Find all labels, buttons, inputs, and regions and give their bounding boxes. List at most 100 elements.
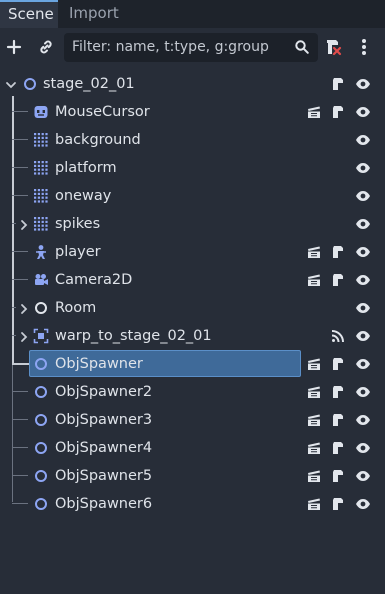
tilemap-icon bbox=[33, 216, 49, 232]
tree-row[interactable]: ObjSpawner6 bbox=[0, 490, 385, 518]
filter-field[interactable] bbox=[64, 33, 318, 62]
tilemap-icon bbox=[33, 132, 49, 148]
sprite-face-icon bbox=[33, 104, 49, 120]
tree-guide-branch bbox=[12, 503, 28, 504]
tree-row[interactable]: warp_to_stage_02_01 bbox=[0, 322, 385, 350]
clapperboard-icon[interactable] bbox=[306, 412, 322, 428]
plus-icon[interactable] bbox=[5, 38, 23, 56]
script-icon[interactable] bbox=[330, 384, 346, 400]
tab-import[interactable]: Import bbox=[61, 0, 127, 28]
script-icon[interactable] bbox=[330, 244, 346, 260]
tree-guide-branch bbox=[12, 447, 28, 448]
script-icon[interactable] bbox=[330, 104, 346, 120]
node-circle-icon bbox=[33, 412, 49, 428]
tree-row-label: Room bbox=[55, 300, 97, 316]
script-icon[interactable] bbox=[330, 272, 346, 288]
eye-icon[interactable] bbox=[355, 188, 371, 204]
eye-icon[interactable] bbox=[355, 440, 371, 456]
tree-row[interactable]: MouseCursor bbox=[0, 98, 385, 126]
signal-icon[interactable] bbox=[330, 328, 346, 344]
tree-row[interactable]: ObjSpawner3 bbox=[0, 406, 385, 434]
clapperboard-icon[interactable] bbox=[306, 440, 322, 456]
eye-icon[interactable] bbox=[355, 132, 371, 148]
script-icon[interactable] bbox=[330, 76, 346, 92]
tree-row-root[interactable]: stage_02_01 bbox=[0, 70, 385, 98]
eye-icon[interactable] bbox=[355, 412, 371, 428]
chevron-down-icon[interactable] bbox=[5, 77, 17, 91]
remove-script-icon[interactable] bbox=[323, 37, 343, 57]
eye-icon[interactable] bbox=[355, 244, 371, 260]
tab-import-label: Import bbox=[69, 4, 119, 22]
eye-icon[interactable] bbox=[355, 104, 371, 120]
tree-guide-branch bbox=[12, 419, 28, 420]
eye-icon[interactable] bbox=[355, 468, 371, 484]
kebab-menu-icon[interactable] bbox=[356, 37, 372, 57]
tree-row-label: spikes bbox=[55, 216, 101, 232]
chevron-right-icon[interactable] bbox=[18, 217, 30, 231]
clapperboard-icon[interactable] bbox=[306, 468, 322, 484]
tree-row[interactable]: player bbox=[0, 238, 385, 266]
tree-row[interactable]: ObjSpawner4 bbox=[0, 434, 385, 462]
tree-row[interactable]: ObjSpawner5 bbox=[0, 462, 385, 490]
tree-row-label: ObjSpawner6 bbox=[55, 496, 153, 512]
tree-row[interactable]: spikes bbox=[0, 210, 385, 238]
eye-icon[interactable] bbox=[355, 384, 371, 400]
tree-row-label: ObjSpawner3 bbox=[55, 412, 153, 428]
tree-row[interactable]: oneway bbox=[0, 182, 385, 210]
tree-row[interactable]: background bbox=[0, 126, 385, 154]
area-icon bbox=[33, 328, 49, 344]
eye-icon[interactable] bbox=[355, 496, 371, 512]
tree-row[interactable]: ObjSpawner2 bbox=[0, 378, 385, 406]
script-icon[interactable] bbox=[330, 412, 346, 428]
tilemap-icon bbox=[33, 160, 49, 176]
tilemap-icon bbox=[33, 188, 49, 204]
script-icon[interactable] bbox=[330, 468, 346, 484]
search-icon bbox=[294, 39, 310, 59]
eye-icon[interactable] bbox=[355, 300, 371, 316]
tree-guide-branch bbox=[12, 251, 28, 252]
chevron-right-icon[interactable] bbox=[18, 329, 30, 343]
tree-row-label: Camera2D bbox=[55, 272, 133, 288]
script-icon[interactable] bbox=[330, 496, 346, 512]
node-circle-icon bbox=[22, 76, 38, 92]
link-icon[interactable] bbox=[37, 38, 55, 56]
clapperboard-icon[interactable] bbox=[306, 272, 322, 288]
tree-row-label: ObjSpawner2 bbox=[55, 384, 153, 400]
eye-icon[interactable] bbox=[355, 76, 371, 92]
tab-scene[interactable]: Scene bbox=[0, 0, 58, 28]
filter-input[interactable] bbox=[72, 37, 287, 57]
node-circle-icon bbox=[33, 496, 49, 512]
eye-icon[interactable] bbox=[355, 356, 371, 372]
tree-guide-branch bbox=[12, 279, 28, 280]
tree-row-label: oneway bbox=[55, 188, 112, 204]
script-icon[interactable] bbox=[330, 440, 346, 456]
script-icon[interactable] bbox=[330, 356, 346, 372]
clapperboard-icon[interactable] bbox=[306, 244, 322, 260]
tree-guide-branch bbox=[12, 391, 28, 392]
tree-row[interactable]: Room bbox=[0, 294, 385, 322]
node-circle-icon bbox=[33, 300, 49, 316]
clapperboard-icon[interactable] bbox=[306, 384, 322, 400]
tree-guide-branch bbox=[12, 111, 28, 112]
tree-row[interactable]: ObjSpawner bbox=[0, 350, 385, 378]
eye-icon[interactable] bbox=[355, 328, 371, 344]
eye-icon[interactable] bbox=[355, 160, 371, 176]
tree-guide-branch bbox=[12, 139, 28, 140]
chevron-right-icon[interactable] bbox=[18, 301, 30, 315]
clapperboard-icon[interactable] bbox=[306, 356, 322, 372]
clapperboard-icon[interactable] bbox=[306, 104, 322, 120]
tree-row-label: player bbox=[55, 244, 101, 260]
tree-row-label: ObjSpawner bbox=[55, 356, 143, 372]
tree-row[interactable]: platform bbox=[0, 154, 385, 182]
node-circle-icon bbox=[33, 468, 49, 484]
character-icon bbox=[33, 244, 49, 260]
tree-guide-branch bbox=[12, 335, 16, 336]
tree-guide-branch bbox=[12, 195, 28, 196]
node-circle-icon bbox=[33, 440, 49, 456]
tree-row-label: MouseCursor bbox=[55, 104, 150, 120]
clapperboard-icon[interactable] bbox=[306, 496, 322, 512]
tree-row[interactable]: Camera2D bbox=[0, 266, 385, 294]
eye-icon[interactable] bbox=[355, 216, 371, 232]
tab-scene-label: Scene bbox=[8, 5, 54, 23]
eye-icon[interactable] bbox=[355, 272, 371, 288]
